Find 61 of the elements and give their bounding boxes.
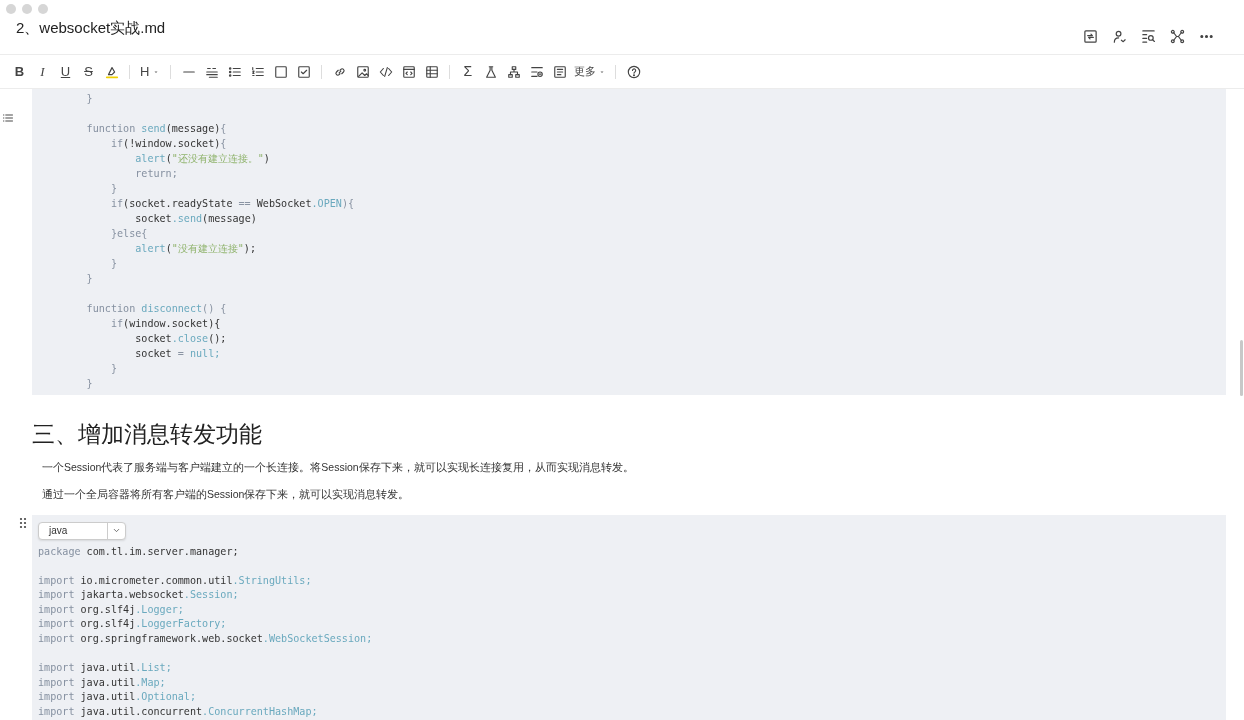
switch-icon[interactable] bbox=[1083, 29, 1098, 44]
code-line: import org.slf4j.LoggerFactory; bbox=[38, 617, 228, 632]
code-block-icon[interactable] bbox=[401, 64, 416, 79]
formula-button[interactable]: Σ bbox=[456, 60, 480, 83]
strikethrough-button[interactable]: S bbox=[77, 60, 100, 83]
highlight-icon[interactable] bbox=[104, 64, 119, 79]
code-line: import java.util.List; bbox=[38, 661, 173, 676]
table-icon[interactable] bbox=[424, 64, 439, 79]
code-line: alert("没有建立连接"); bbox=[134, 242, 257, 256]
bullet-list-icon[interactable] bbox=[227, 64, 242, 79]
checkbox-icon[interactable] bbox=[273, 64, 288, 79]
code-line: } bbox=[109, 182, 118, 196]
image-icon[interactable] bbox=[355, 64, 370, 79]
paragraph: 一个Session代表了服务端与客户端建立的一个长连接。将Session保存下来，就可以实现长连接复用，从而实现消息转发。 bbox=[42, 459, 635, 475]
list-clock-icon[interactable] bbox=[529, 64, 544, 79]
code-line: function disconnect() { bbox=[85, 302, 228, 316]
document-icon[interactable] bbox=[552, 64, 567, 79]
code-icon[interactable] bbox=[378, 64, 393, 79]
italic-button[interactable]: I bbox=[31, 60, 54, 83]
bold-button[interactable]: B bbox=[8, 60, 31, 83]
code-line: import java.util.concurrent.ConcurrentHashMap; bbox=[38, 705, 319, 720]
user-icon[interactable] bbox=[1112, 29, 1127, 44]
code-line: socket.send(message) bbox=[134, 212, 258, 226]
code-line: socket.close(); bbox=[134, 332, 228, 346]
chevron-icon bbox=[112, 526, 121, 535]
flask-icon[interactable] bbox=[483, 64, 498, 79]
code-line: alert("还没有建立连接。") bbox=[134, 152, 271, 166]
code-line: import java.util.Optional; bbox=[38, 690, 198, 705]
code-line: if(!window.socket){ bbox=[109, 137, 228, 151]
code-line: if(window.socket){ bbox=[109, 317, 222, 331]
code-line: import org.springframework.web.socket.WebSocketSession; bbox=[38, 632, 374, 647]
code-line: package com.tl.im.server.manager; bbox=[38, 544, 240, 559]
code-line: import org.slf4j.Logger; bbox=[38, 602, 185, 617]
numbered-list-icon[interactable] bbox=[250, 64, 265, 79]
code-line: } bbox=[109, 362, 118, 376]
code-line: return; bbox=[134, 167, 179, 181]
diagram-icon[interactable] bbox=[506, 64, 521, 79]
heading-button[interactable]: H bbox=[136, 60, 165, 83]
code-line: } bbox=[85, 377, 94, 391]
code-line: import io.micrometer.common.util.StringUtils; bbox=[38, 573, 313, 588]
code-line: import java.util.Map; bbox=[38, 675, 167, 690]
code-line: function send(message){ bbox=[85, 122, 228, 136]
code-line: } bbox=[85, 92, 94, 106]
graph-icon[interactable] bbox=[1170, 29, 1185, 44]
code-line: } bbox=[85, 272, 94, 286]
more-button[interactable]: 更多 bbox=[571, 60, 610, 83]
code-line: }else{ bbox=[109, 227, 149, 241]
code-line: import jakarta.websocket.Session; bbox=[38, 588, 240, 603]
scrollbar[interactable] bbox=[1240, 340, 1243, 396]
language-select[interactable]: java bbox=[38, 521, 126, 540]
underline-button[interactable]: U bbox=[54, 60, 77, 83]
window-title: 2、websocket实战.md bbox=[16, 18, 166, 38]
paragraph: 通过一个全局容器将所有客户端的Session保存下来，就可以实现消息转发。 bbox=[42, 487, 411, 503]
drag-handle-icon[interactable] bbox=[19, 517, 27, 529]
code-line: socket = null; bbox=[134, 347, 222, 361]
help-icon[interactable] bbox=[626, 64, 641, 79]
code-line: if(socket.readyState == WebSocket.OPEN){ bbox=[109, 197, 356, 211]
checked-checkbox-icon[interactable] bbox=[296, 64, 311, 79]
search-icon[interactable] bbox=[1141, 29, 1156, 44]
section-heading: 三、增加消息转发功能 bbox=[32, 420, 263, 449]
code-line: } bbox=[109, 257, 118, 271]
